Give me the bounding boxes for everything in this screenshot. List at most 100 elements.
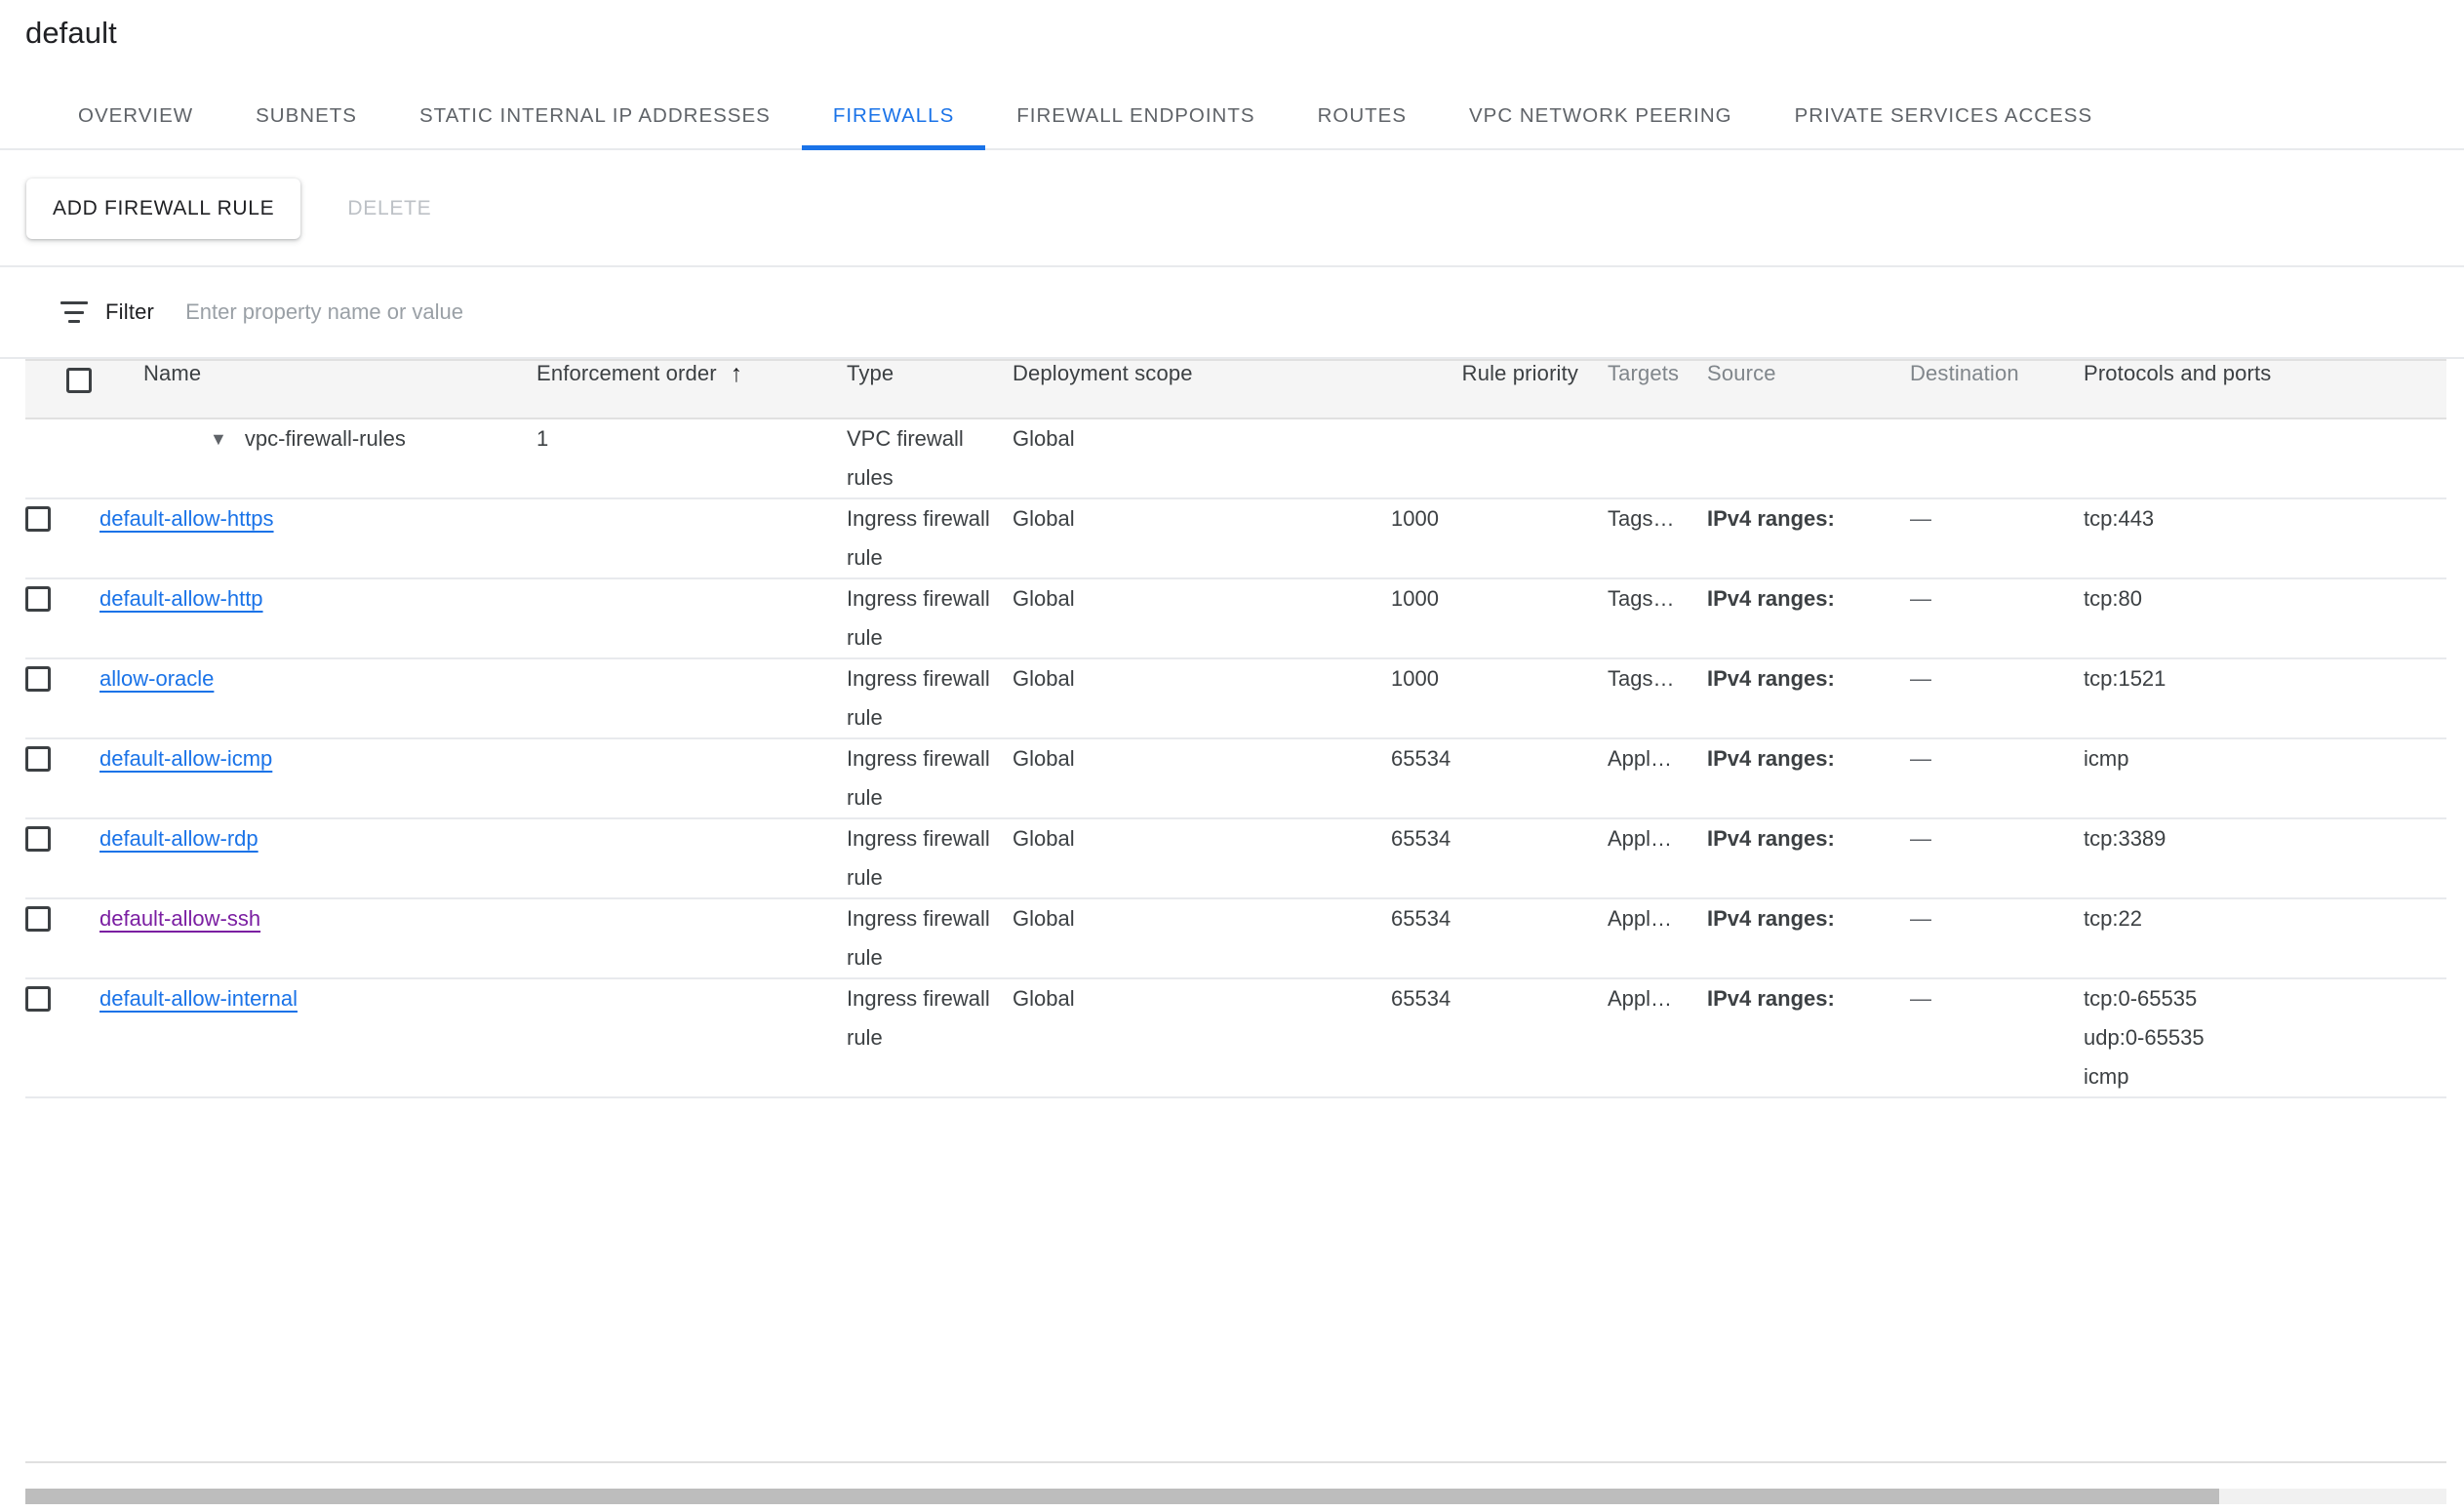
row-checkbox[interactable] [25,906,51,932]
row-type: Ingress firewall rule [847,746,990,810]
row-checkbox[interactable] [25,986,51,1012]
row-checkbox[interactable] [25,586,51,612]
table-row[interactable]: default-allow-icmp Ingress firewall rule G… [25,738,2446,818]
table-group-row[interactable]: ▼ vpc-firewall-rules 1 VPC firewall rules Gl… [25,418,2446,498]
row-protocols-and-ports: tcp:0-65535 udp:0-65535 icmp [2084,978,2446,1097]
row-checkbox[interactable] [25,506,51,532]
tab-label: FIREWALL ENDPOINTS [1016,103,1255,127]
horizontal-scrollbar-thumb[interactable] [25,1489,2219,1504]
row-deployment-scope: Global [1013,586,1075,611]
row-targets: Tags… [1608,586,1675,611]
column-header-name[interactable]: Name [99,359,537,419]
table-row[interactable]: default-allow-internal Ingress firewall r… [25,978,2446,1097]
row-checkbox[interactable] [25,826,51,852]
table-row[interactable]: default-allow-ssh Ingress firewall rule Gl… [25,898,2446,978]
firewall-rule-link[interactable]: default-allow-https [99,506,274,531]
firewall-rule-link[interactable]: default-allow-rdp [99,826,258,851]
column-header-source-label: Source [1707,361,1776,385]
column-header-deployment-scope-label: Deployment scope [1013,361,1193,385]
row-select-cell [25,818,99,898]
firewall-rule-link[interactable]: default-allow-internal [99,986,298,1011]
column-header-type-label: Type [847,361,894,385]
table-row[interactable]: default-allow-https Ingress firewall rule… [25,498,2446,578]
row-enforcement-order [537,898,847,978]
group-row-destination [1910,418,2084,498]
row-type: Ingress firewall rule [847,986,990,1050]
tab-firewalls[interactable]: FIREWALLS [801,83,986,150]
tab-private-services-access[interactable]: PRIVATE SERVICES ACCESS [1764,83,2125,148]
row-rule-priority: 65534 [1391,986,1451,1011]
row-rule-priority: 65534 [1391,906,1451,931]
column-header-destination-label: Destination [1910,361,2019,385]
expand-collapse-caret-icon[interactable]: ▼ [210,419,227,458]
column-header-enforcement-order[interactable]: Enforcement order ↑ [537,359,847,419]
row-checkbox[interactable] [25,666,51,692]
tab-firewall-endpoints[interactable]: FIREWALL ENDPOINTS [985,83,1286,148]
action-toolbar: ADD FIREWALL RULE DELETE [0,152,2464,267]
row-rule-priority: 1000 [1391,666,1439,691]
row-select-cell [25,658,99,738]
tab-subnets[interactable]: SUBNETS [224,83,388,148]
column-header-rule-priority-label: Rule priority [1461,361,1578,385]
filter-input[interactable] [185,299,1064,325]
group-row-targets [1608,418,1707,498]
row-name-cell: default-allow-http [99,578,537,658]
row-deployment-scope: Global [1013,826,1075,851]
table-row[interactable]: default-allow-http Ingress firewall rule G… [25,578,2446,658]
firewall-rule-link[interactable]: allow-oracle [99,666,214,691]
row-destination: — [1910,826,1931,851]
group-row-enforcement-order: 1 [537,426,549,451]
column-header-type[interactable]: Type [847,359,1013,419]
column-header-name-label: Name [143,361,202,385]
column-header-rule-priority[interactable]: Rule priority [1391,359,1608,419]
row-select-cell [25,578,99,658]
row-name-cell: default-allow-ssh [99,898,537,978]
tab-static-internal-ip-addresses[interactable]: STATIC INTERNAL IP ADDRESSES [388,83,802,148]
firewall-rule-link[interactable]: default-allow-icmp [99,746,272,771]
row-destination: — [1910,906,1931,931]
group-row-deployment-scope: Global [1013,426,1075,451]
firewall-rule-link[interactable]: default-allow-ssh [99,906,260,931]
add-firewall-rule-button[interactable]: ADD FIREWALL RULE [26,179,301,239]
column-header-protocols-label: Protocols and ports [2084,361,2272,385]
tab-routes[interactable]: ROUTES [1287,83,1438,148]
filter-list-icon [60,301,88,323]
row-checkbox[interactable] [25,746,51,772]
protocol-port-entry: tcp:80 [2084,586,2142,611]
row-source: IPv4 ranges: [1707,506,1835,531]
tab-overview[interactable]: OVERVIEW [47,83,224,148]
tab-label: STATIC INTERNAL IP ADDRESSES [418,103,771,127]
row-targets: Appl… [1608,986,1673,1011]
row-deployment-scope: Global [1013,746,1075,771]
table-row[interactable]: default-allow-rdp Ingress firewall rule Gl… [25,818,2446,898]
column-header-protocols-and-ports[interactable]: Protocols and ports [2084,359,2446,419]
firewall-rules-table: Name Enforcement order ↑ Type Deployment… [25,359,2446,1098]
group-row-rule-priority [1391,418,1608,498]
delete-button[interactable]: DELETE [324,179,455,239]
row-enforcement-order [537,578,847,658]
table-header-row: Name Enforcement order ↑ Type Deployment… [25,359,2446,419]
row-select-cell [25,498,99,578]
column-header-deployment-scope[interactable]: Deployment scope [1013,359,1391,419]
filter-bar: Filter [0,267,2464,359]
column-header-source[interactable]: Source [1707,359,1910,419]
row-rule-priority: 65534 [1391,746,1451,771]
tab-vpc-network-peering[interactable]: VPC NETWORK PEERING [1438,83,1764,148]
tab-label: PRIVATE SERVICES ACCESS [1794,103,2093,127]
row-targets: Appl… [1608,826,1673,851]
protocol-port-entry: tcp:1521 [2084,666,2166,691]
firewall-rules-table-container: Name Enforcement order ↑ Type Deployment… [25,359,2446,1463]
page-title: default [25,16,117,50]
table-body: ▼ vpc-firewall-rules 1 VPC firewall rules Gl… [25,418,2446,1097]
column-header-targets[interactable]: Targets [1608,359,1707,419]
column-header-destination[interactable]: Destination [1910,359,2084,419]
row-name-cell: default-allow-icmp [99,738,537,818]
row-deployment-scope: Global [1013,906,1075,931]
group-row-name: vpc-firewall-rules [244,426,406,451]
row-deployment-scope: Global [1013,666,1075,691]
select-all-checkbox[interactable] [66,368,92,393]
group-row-source [1707,418,1910,498]
table-row[interactable]: allow-oracle Ingress firewall rule Global 1… [25,658,2446,738]
firewall-rule-link[interactable]: default-allow-http [99,586,263,611]
row-protocols-and-ports: tcp:80 [2084,578,2446,658]
